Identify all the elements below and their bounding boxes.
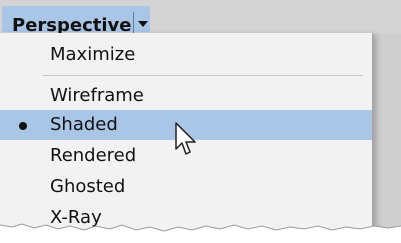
menu-item-label: Wireframe (50, 85, 144, 106)
menu-item-label: Rendered (50, 145, 137, 166)
torn-edge (0, 223, 401, 243)
perspective-dropdown-button[interactable]: Perspective (2, 6, 150, 38)
mouse-cursor-icon (175, 122, 196, 155)
menu-item-wireframe[interactable]: Wireframe (0, 81, 372, 111)
chevron-down-icon[interactable] (137, 17, 149, 31)
menu-item-label: Ghosted (50, 176, 126, 197)
viewport-header: Perspective (0, 0, 401, 38)
radio-bullet-icon (19, 122, 27, 130)
menu-item-ghosted[interactable]: Ghosted (0, 172, 372, 202)
menu-item-label: Maximize (50, 44, 136, 65)
menu-item-maximize[interactable]: Maximize (0, 40, 372, 70)
menu-item-label: Shaded (50, 114, 118, 135)
menu-separator (43, 75, 363, 76)
